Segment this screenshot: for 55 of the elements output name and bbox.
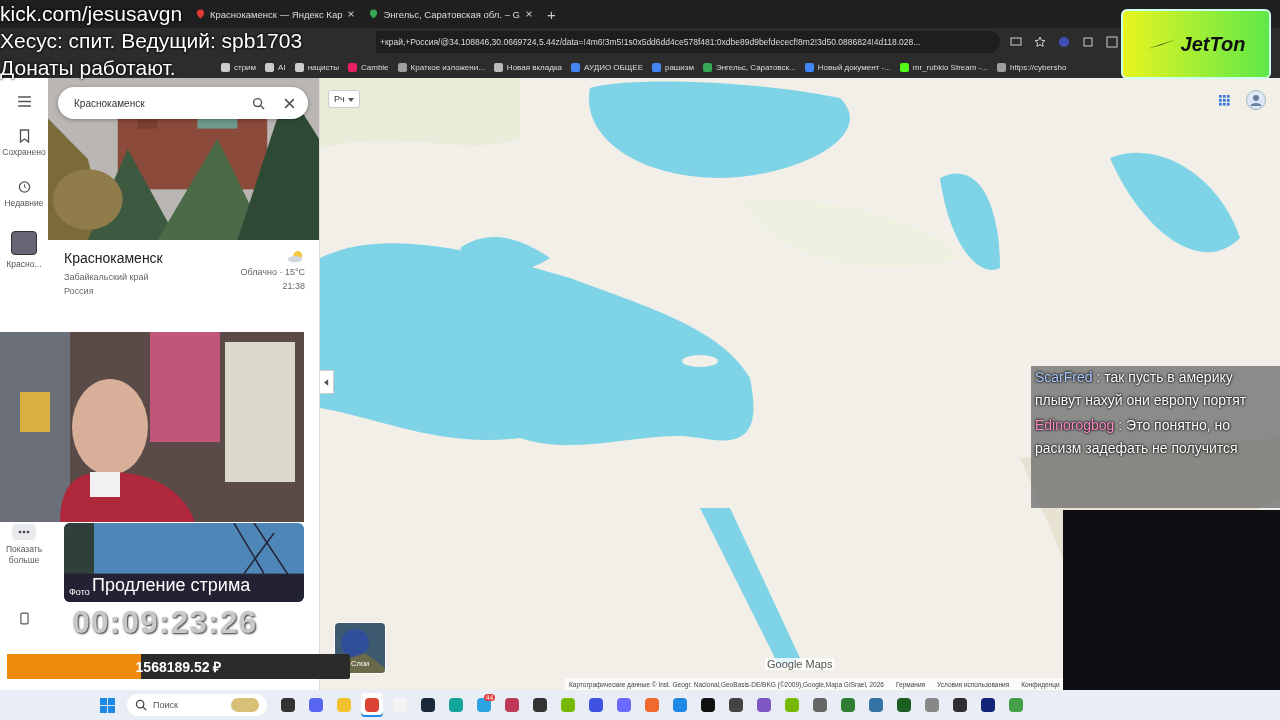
chat-message: ScarFred : так пусть в америку плывут нахуй они европу портят [1035,368,1248,410]
map-logo: Google Maps [765,658,835,670]
overlay-caption: Хесус: спит. Ведущий: spb1703 [0,28,303,54]
avatar-icon[interactable] [1246,90,1266,110]
pin-icon [369,9,379,19]
phone-icon[interactable] [19,612,29,626]
browser-tab[interactable]: Энгельс, Саратовская обл. – G [363,2,539,26]
bookmark[interactable]: Новый документ -... [804,62,891,72]
language-button[interactable]: Рч [328,90,360,108]
bookmark[interactable]: https://cybersho [996,62,1067,72]
caret-icon [347,98,354,102]
pin-icon [196,9,205,19]
rail-item[interactable]: Сохранено [1,129,47,159]
bookmark[interactable]: AI [265,62,286,72]
bookmark[interactable]: Camble [348,62,389,72]
rail-item[interactable]: Показать больше [1,524,47,567]
bookmark[interactable]: Энгельс, Саратовск... [702,62,796,72]
bookmark[interactable]: mr_rubkio Stream -... [899,62,988,72]
bookmark[interactable]: АУДИО ОБЩЕЕ [571,62,643,72]
collapse-panel-button[interactable] [320,370,334,394]
weather-text: Облачно · 15°C [240,267,305,277]
apps-grid-icon[interactable] [1219,95,1230,106]
banner-title: Продление стрима [92,575,251,596]
place-region: Забайкальский край [64,272,150,282]
place-country: Россия [64,286,95,296]
local-time: 21:38 [282,281,305,291]
overlay-caption: Донаты работают. [0,55,176,81]
countdown-timer: 00:09:23:26 [72,604,258,641]
chat-message: Edinorogbog : Это понятно, но расизм задефать не получится [1035,416,1239,458]
place-title: Краснокаменск [64,250,163,266]
bookmark[interactable]: Краткое изложени... [397,62,485,72]
chevron-left-icon [324,378,329,386]
photo-label: Фото [69,587,90,597]
sponsor-logo: JetTon [1121,9,1271,79]
close-icon[interactable] [525,10,533,18]
rail-item[interactable]: Красно... [1,231,47,271]
star-icon[interactable] [1034,36,1046,48]
address-field[interactable]: +край,+Россия/@34.108846,30.0669724,5.44z/data=!4m6!3m5!1s0x5dd6dd4ce578f481:0xdbe89d9befdececf!8m2!3d50.0886824!4d118.028... [376,31,1000,53]
bookmark[interactable]: стрим [221,62,257,72]
taskbar-search-field[interactable]: Поиск [127,694,267,716]
bookmark[interactable]: Новая вкладка [493,62,562,72]
rail-item[interactable]: Недавние [1,180,47,210]
more-icon [12,524,36,541]
close-icon[interactable] [347,10,356,18]
menu-icon[interactable] [17,96,31,107]
start-icon[interactable] [100,697,115,713]
browser-tab[interactable]: Краснокаменск — Яндекс Кар [190,2,362,26]
history-icon [17,180,31,195]
cloudy-icon [287,250,305,263]
bookmark[interactable]: рашизм [651,62,694,72]
new-tab-button[interactable]: + [541,5,562,23]
bookmark-icon [17,129,31,143]
overlay-caption: kick.com/jesusavgn [0,1,183,27]
search-icon [135,699,147,711]
bookmark[interactable]: нацисты [294,62,339,72]
